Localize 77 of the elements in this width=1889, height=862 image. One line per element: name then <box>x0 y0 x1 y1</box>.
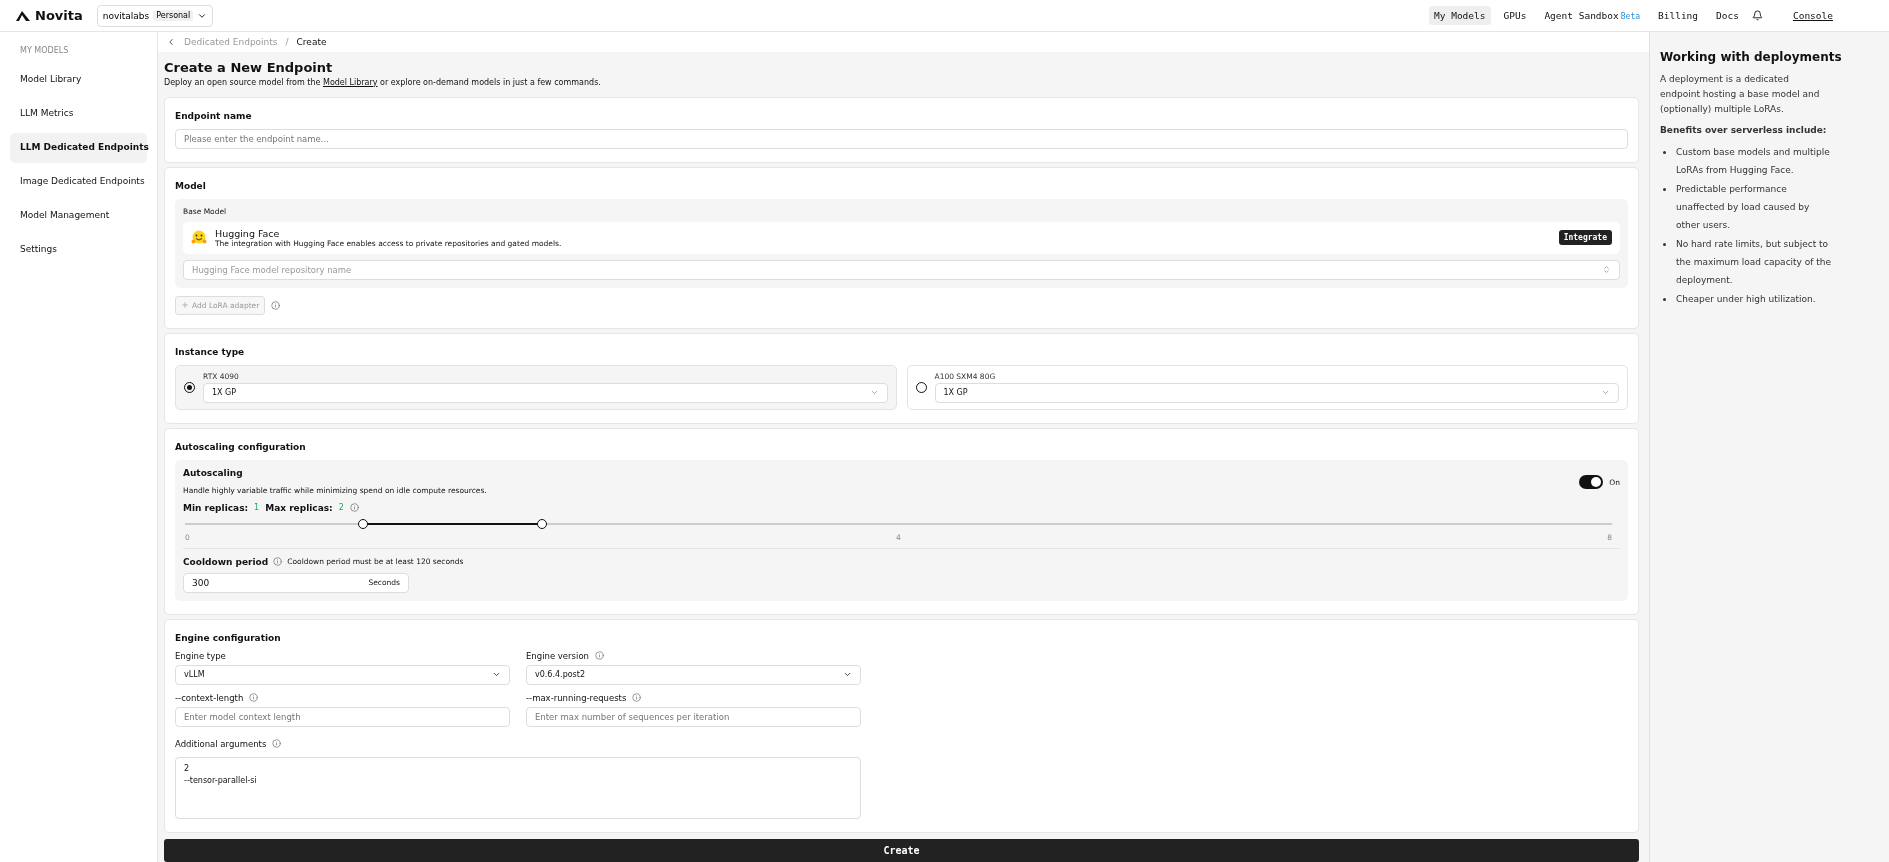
field-label: --max-running-requests <box>526 692 627 703</box>
field-label: --context-length <box>175 692 244 703</box>
benefit-item: Predictable performance unaffected by load caused by other users. <box>1676 182 1811 232</box>
sidebar-heading: MY MODELS <box>19 46 70 57</box>
section-label: Engine configuration <box>175 632 282 643</box>
sidebar-item[interactable]: LLM Dedicated Endpoints <box>10 133 147 163</box>
sidebar-item[interactable]: LLM Metrics <box>10 99 147 129</box>
slider-thumb[interactable] <box>358 518 369 529</box>
panel-text: A deployment is a dedicated endpoint hosting a base model and (optionally) multiple LoRAs. <box>1660 73 1821 116</box>
nav-link[interactable]: Billing <box>1653 6 1704 25</box>
page-title: Create a New Endpoint <box>164 59 334 75</box>
benefit-item: Custom base models and multiple LoRAs from Hugging Face. <box>1676 145 1831 177</box>
provider-name: Hugging Face <box>215 227 281 239</box>
field-label: Engine type <box>175 650 227 661</box>
info-icon <box>273 557 283 567</box>
nav-link[interactable]: My Models <box>1429 6 1491 25</box>
benefit-item: Cheaper under high utilization. <box>1676 292 1816 306</box>
sidebar-item[interactable]: Image Dedicated Endpoints <box>10 167 147 197</box>
logo-icon <box>16 10 30 21</box>
brand-name: Novita <box>35 8 83 23</box>
sidebar-item[interactable]: Model Library <box>10 65 147 95</box>
integrate-button[interactable]: Integrate <box>1558 230 1612 246</box>
min-replicas-value: 1 <box>254 503 260 513</box>
field-label: Additional arguments <box>175 738 267 749</box>
replicas-slider[interactable] <box>185 518 1612 529</box>
info-icon <box>349 503 359 513</box>
smiley-face-icon <box>191 230 207 246</box>
workspace-badge: Personal <box>153 10 194 21</box>
gpu-count-select[interactable]: 1X GP <box>203 382 888 403</box>
nav-link[interactable]: Agent Sandbox Beta <box>1539 6 1645 25</box>
workspace-selector[interactable]: novitalabs Personal <box>96 4 214 27</box>
nav-link[interactable]: Docs <box>1711 6 1744 25</box>
info-icon <box>632 693 642 703</box>
beta-label: Beta <box>1620 12 1640 21</box>
notification-icon[interactable] <box>1751 10 1763 21</box>
sidebar-item[interactable]: Model Management <box>10 201 147 231</box>
gpu-count-select[interactable]: 1X GP <box>934 382 1619 403</box>
section-label: Endpoint name <box>175 110 253 121</box>
bullet-icon <box>1663 150 1666 154</box>
min-replicas-label: Min replicas: <box>183 502 249 513</box>
nav-link[interactable]: GPUs <box>1498 6 1532 25</box>
breadcrumb-current: Create <box>296 36 327 47</box>
max-requests-input[interactable]: Enter max number of sequences per iteration <box>526 706 861 727</box>
max-replicas-label: Max replicas: <box>265 502 333 513</box>
endpoint-name-input[interactable]: Please enter the endpoint name... <box>175 128 1628 149</box>
info-icon <box>249 693 259 703</box>
context-length-input[interactable]: Enter model context length <box>175 706 510 727</box>
bullet-icon <box>1663 187 1666 191</box>
section-label: Model <box>175 180 207 191</box>
arguments-textarea[interactable]: 2 --tensor-parallel-si <box>175 756 861 819</box>
cooldown-label: Cooldown period <box>183 556 269 567</box>
slider-thumb[interactable] <box>536 518 547 529</box>
bullet-icon <box>1663 297 1666 301</box>
field-label: Engine version <box>526 650 589 661</box>
max-replicas-value: 2 <box>338 503 344 513</box>
section-label: Autoscaling configuration <box>175 441 307 452</box>
info-icon <box>594 651 604 661</box>
breadcrumb-separator: / <box>285 36 289 47</box>
autoscaling-toggle[interactable] <box>1579 475 1604 490</box>
create-button[interactable]: Create <box>164 838 1639 862</box>
info-icon <box>272 739 282 749</box>
section-label: Instance type <box>175 346 246 357</box>
updown-icon <box>1602 265 1611 275</box>
engine-version-select[interactable]: v0.6.4.post2 <box>526 664 861 685</box>
info-icon <box>271 300 281 310</box>
sidebar-item[interactable]: Settings <box>10 235 147 265</box>
autoscaling-title: Autoscaling <box>183 467 244 478</box>
page-intro: Deploy an open source model from the Model Library or explore on-demand models in just a few commands. <box>164 77 602 87</box>
benefit-item: No hard rate limits, but subject to the maximum load capacity of the deployment. <box>1676 237 1833 287</box>
plus-icon <box>181 301 189 310</box>
bullet-icon <box>1663 242 1666 246</box>
engine-type-select[interactable]: vLLM <box>175 664 510 685</box>
panel-subtitle: Benefits over serverless include: <box>1660 124 1828 135</box>
panel-title: Working with deployments <box>1660 50 1843 64</box>
back-icon[interactable] <box>166 36 176 47</box>
model-library-link[interactable]: Model Library <box>323 77 378 87</box>
console-link[interactable]: Console <box>1792 10 1833 21</box>
